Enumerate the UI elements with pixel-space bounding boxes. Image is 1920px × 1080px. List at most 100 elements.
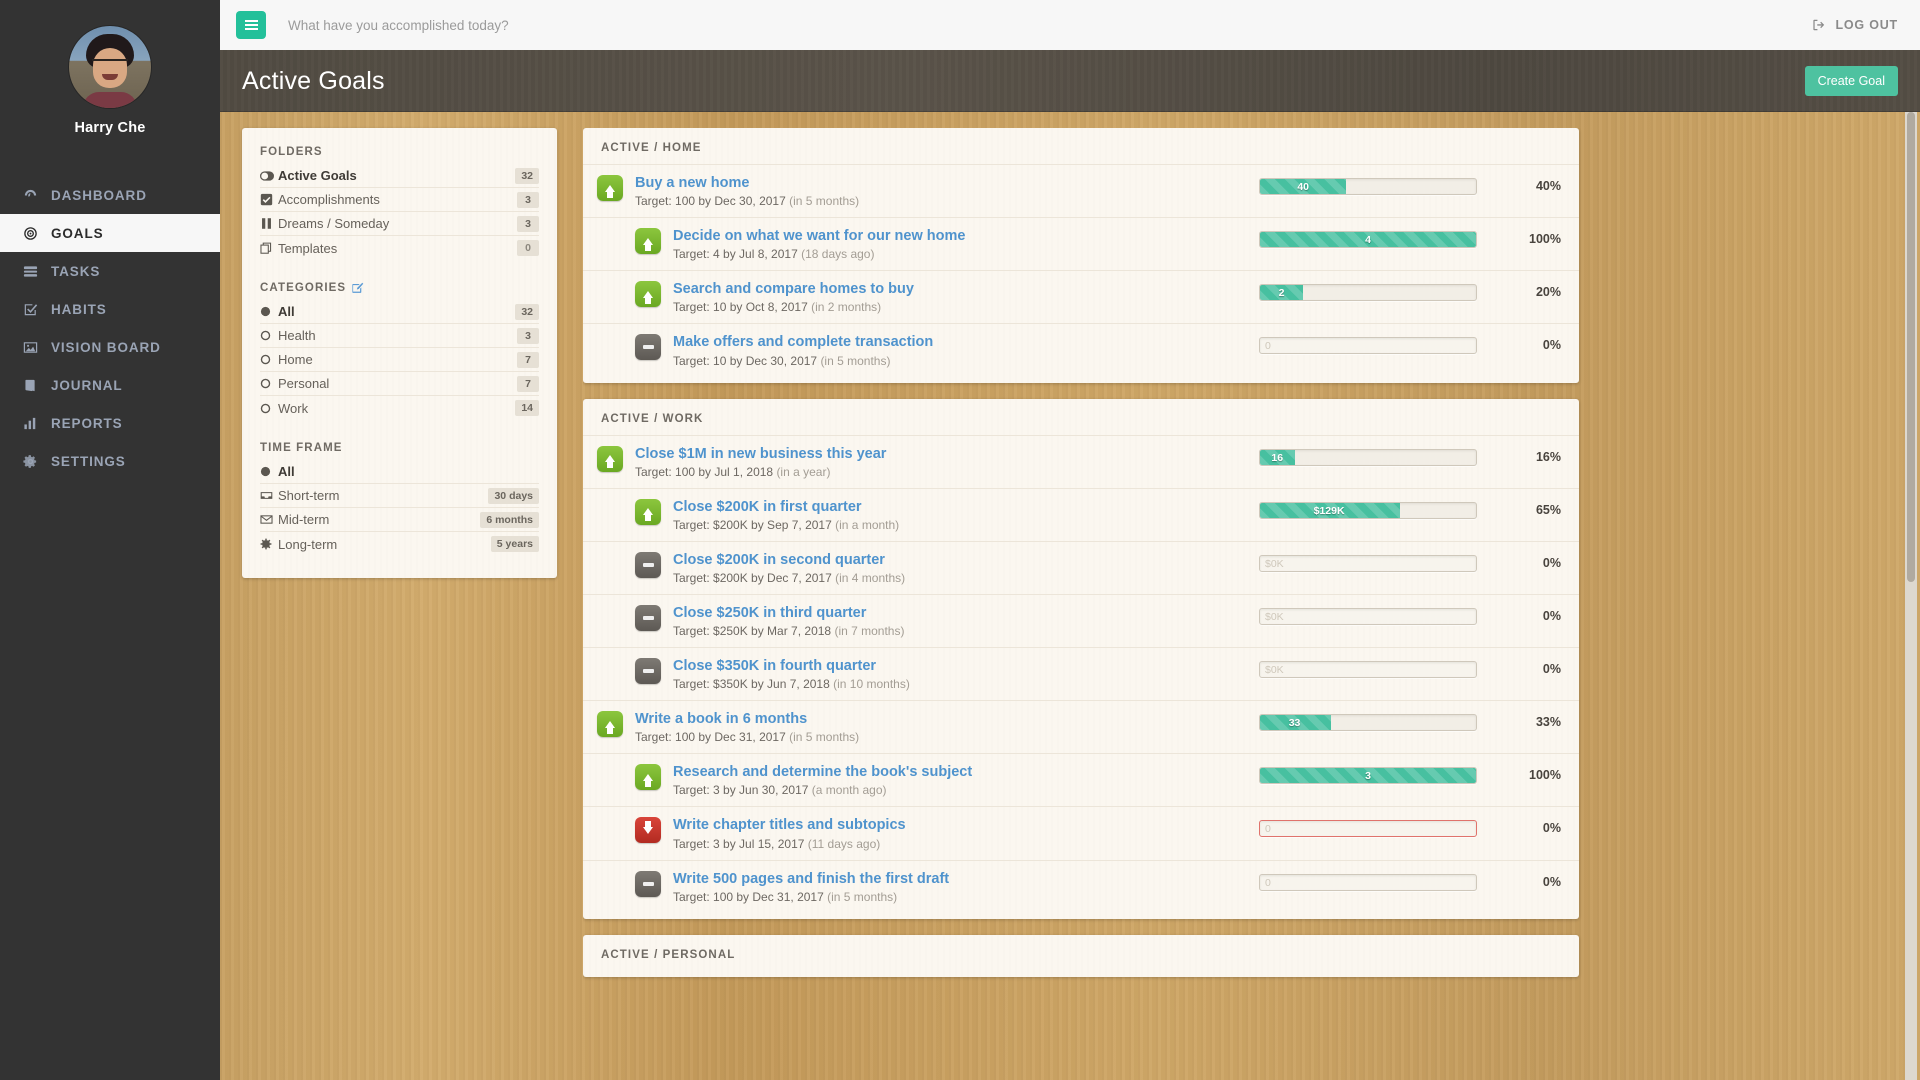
- goal-meta: Target: 3 by Jun 30, 2017 (a month ago): [673, 783, 1247, 797]
- folder-item-templates[interactable]: Templates 0: [260, 236, 539, 260]
- goal-progress-bar[interactable]: 0: [1259, 337, 1477, 354]
- folder-item-accomplishments[interactable]: Accomplishments 3: [260, 188, 539, 212]
- category-item-work[interactable]: Work 14: [260, 396, 539, 420]
- goal-bar-value: 33: [1289, 715, 1301, 731]
- logout-button[interactable]: LOG OUT: [1812, 18, 1898, 32]
- category-item-health[interactable]: Health 3: [260, 324, 539, 348]
- goal-bar-placeholder: 0: [1265, 338, 1271, 354]
- avatar[interactable]: [69, 26, 151, 108]
- goal-row[interactable]: Search and compare homes to buyTarget: 1…: [583, 270, 1579, 323]
- goal-title[interactable]: Close $200K in first quarter: [673, 499, 862, 515]
- hamburger-icon[interactable]: [236, 11, 266, 39]
- page-scrollbar[interactable]: [1905, 112, 1917, 1080]
- timeframe-count: 6 months: [480, 512, 539, 528]
- goal-row[interactable]: Close $200K in second quarterTarget: $20…: [583, 541, 1579, 594]
- goal-row[interactable]: Decide on what we want for our new homeT…: [583, 217, 1579, 270]
- goal-progress-wrap: $0K: [1259, 608, 1477, 625]
- goal-relative-time: (in 5 months): [789, 194, 859, 208]
- goal-title[interactable]: Research and determine the book's subjec…: [673, 764, 972, 780]
- goal-row[interactable]: Close $250K in third quarterTarget: $250…: [583, 594, 1579, 647]
- goal-text: Close $350K in fourth quarterTarget: $35…: [673, 657, 1247, 691]
- edit-pencil-icon[interactable]: [352, 282, 364, 294]
- app-root: Harry Che DASHBOARD GOALS TASKS HABITS V…: [0, 0, 1920, 1080]
- goal-progress-bar[interactable]: 0: [1259, 820, 1477, 837]
- goal-bar-value: 16: [1271, 450, 1283, 466]
- category-item-personal[interactable]: Personal 7: [260, 372, 539, 396]
- goal-progress-bar[interactable]: $0K: [1259, 608, 1477, 625]
- sidebar-item-habits[interactable]: HABITS: [0, 290, 220, 328]
- sidebar-item-reports[interactable]: REPORTS: [0, 404, 220, 442]
- goal-meta: Target: 100 by Jul 1, 2018 (in a year): [635, 465, 1247, 479]
- goal-progress-wrap: 3: [1259, 767, 1477, 784]
- sidebar-item-tasks[interactable]: TASKS: [0, 252, 220, 290]
- goal-percent: 0%: [1489, 875, 1561, 889]
- goal-progress-bar[interactable]: 16: [1259, 449, 1477, 466]
- folder-item-dreams-someday[interactable]: Dreams / Someday 3: [260, 212, 539, 236]
- category-label: Health: [278, 328, 517, 343]
- category-item-home[interactable]: Home 7: [260, 348, 539, 372]
- goal-title[interactable]: Write a book in 6 months: [635, 711, 807, 727]
- timeframe-item-long-term[interactable]: Long-term 5 years: [260, 532, 539, 556]
- goal-row[interactable]: Buy a new home Target: 100 by Dec 30, 201…: [583, 164, 1579, 217]
- profile-name: Harry Che: [0, 120, 220, 136]
- goal-progress-bar[interactable]: 3: [1259, 767, 1477, 784]
- goal-progress-bar[interactable]: $129K: [1259, 502, 1477, 519]
- goal-progress-bar[interactable]: 40: [1259, 178, 1477, 195]
- folder-label: Accomplishments: [278, 192, 517, 207]
- goal-title[interactable]: Close $350K in fourth quarter: [673, 658, 876, 674]
- goal-progress-bar[interactable]: 0: [1259, 874, 1477, 891]
- scrollbar-thumb[interactable]: [1907, 112, 1915, 582]
- gear-icon: [22, 453, 38, 469]
- timeframe-label: Long-term: [278, 537, 491, 552]
- timeframe-item-all[interactable]: All: [260, 460, 539, 484]
- pause-icon: [260, 217, 278, 230]
- goal-row[interactable]: Write chapter titles and subtopicsTarget…: [583, 806, 1579, 859]
- sidebar-item-settings[interactable]: SETTINGS: [0, 442, 220, 480]
- goal-title[interactable]: Close $200K in second quarter: [673, 552, 885, 568]
- folder-item-active-goals[interactable]: Active Goals 32: [260, 164, 539, 188]
- goal-target: Target: 100 by Dec 31, 2017: [635, 730, 786, 744]
- goal-row[interactable]: Write 500 pages and finish the first dra…: [583, 860, 1579, 913]
- goal-title[interactable]: Buy a new home: [635, 175, 749, 191]
- goal-progress-bar[interactable]: 2: [1259, 284, 1477, 301]
- goal-title[interactable]: Decide on what we want for our new home: [673, 228, 965, 244]
- goal-title[interactable]: Close $250K in third quarter: [673, 605, 866, 621]
- goal-percent: 100%: [1489, 232, 1561, 246]
- goal-target: Target: 100 by Dec 31, 2017: [673, 890, 824, 904]
- category-item-all[interactable]: All 32: [260, 300, 539, 324]
- sidebar-item-goals[interactable]: GOALS: [0, 214, 220, 252]
- goal-row[interactable]: Close $1M in new business this year Targe…: [583, 435, 1579, 488]
- goal-row[interactable]: Close $350K in fourth quarterTarget: $35…: [583, 647, 1579, 700]
- circle-outline-icon: [260, 354, 278, 365]
- goal-text: Write a book in 6 months Target: 100 by D…: [635, 710, 1247, 744]
- goal-progress-bar[interactable]: 4: [1259, 231, 1477, 248]
- goal-percent: 16%: [1489, 450, 1561, 464]
- goal-progress-bar[interactable]: $0K: [1259, 661, 1477, 678]
- folders-list: Active Goals 32 Accomplishments 3 Dreams…: [260, 164, 539, 260]
- folders-title: FOLDERS: [260, 146, 539, 158]
- goal-row[interactable]: Write a book in 6 months Target: 100 by D…: [583, 700, 1579, 753]
- goal-title[interactable]: Write 500 pages and finish the first dra…: [673, 871, 949, 887]
- goal-title[interactable]: Make offers and complete transaction: [673, 334, 933, 350]
- goal-title[interactable]: Search and compare homes to buy: [673, 281, 914, 297]
- goal-title[interactable]: Write chapter titles and subtopics: [673, 817, 906, 833]
- accomplished-input[interactable]: What have you accomplished today?: [288, 18, 1812, 33]
- timeframe-title: TIME FRAME: [260, 442, 539, 454]
- category-count: 3: [517, 328, 539, 344]
- timeframe-item-short-term[interactable]: Short-term 30 days: [260, 484, 539, 508]
- page-header: Active Goals Create Goal: [220, 50, 1920, 112]
- sidebar-item-journal[interactable]: JOURNAL: [0, 366, 220, 404]
- create-goal-button[interactable]: Create Goal: [1805, 66, 1898, 96]
- goal-meta: Target: 100 by Dec 30, 2017 (in 5 months…: [635, 194, 1247, 208]
- goal-title[interactable]: Close $1M in new business this year: [635, 446, 886, 462]
- sidebar-item-dashboard[interactable]: DASHBOARD: [0, 176, 220, 214]
- sidebar-item-label: GOALS: [51, 226, 104, 241]
- sidebar-item-vision-board[interactable]: VISION BOARD: [0, 328, 220, 366]
- timeframe-item-mid-term[interactable]: Mid-term 6 months: [260, 508, 539, 532]
- goal-progress-bar[interactable]: $0K: [1259, 555, 1477, 572]
- goal-status-flat-icon: [635, 334, 661, 360]
- goal-progress-bar[interactable]: 33: [1259, 714, 1477, 731]
- goal-row[interactable]: Close $200K in first quarterTarget: $200…: [583, 488, 1579, 541]
- goal-row[interactable]: Research and determine the book's subjec…: [583, 753, 1579, 806]
- goal-row[interactable]: Make offers and complete transactionTarg…: [583, 323, 1579, 376]
